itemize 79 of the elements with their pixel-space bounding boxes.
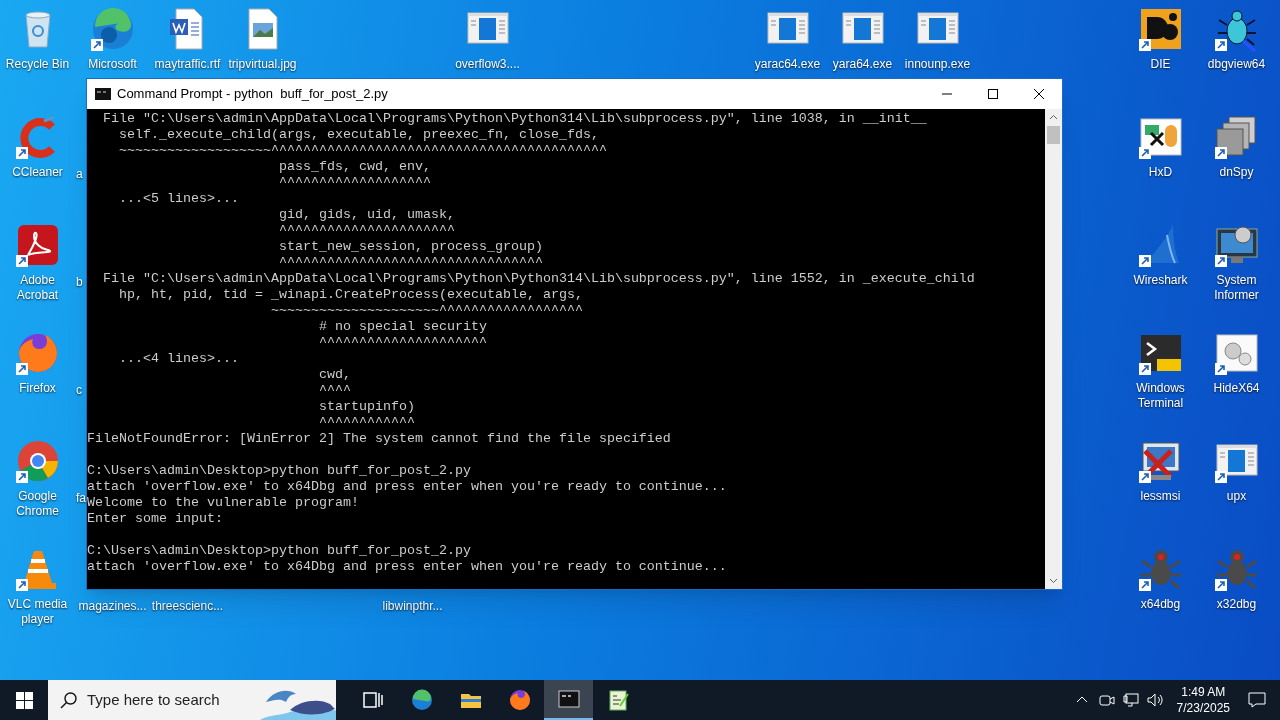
icon-label: yarac64.exe (754, 57, 821, 72)
console-line: File "C:\Users\admin\AppData\Local\Programs\Python\Python314\Lib\subprocess.py", line 1038, in __init__ (102, 111, 928, 127)
console-line: C:\Users\admin\Desktop>python buff_for_post_2.py (87, 463, 472, 479)
console-line: ~~~~~~~~~~~~~~~~~~~~~^^^^^^^^^^^^^^^^^^ (269, 303, 584, 319)
console-line: attach 'overflow.exe' to x64Dbg and press enter when you're ready to continue... (87, 559, 728, 575)
icon-label: DIE (1150, 57, 1171, 72)
scrollbar[interactable] (1045, 109, 1062, 589)
icon-label: x64dbg (1140, 597, 1181, 612)
fox-globe-icon (507, 688, 532, 712)
icon-label: innounp.exe (904, 57, 971, 72)
icon-label: Adobe Acrobat (15, 273, 60, 303)
console-line: ^^^^^^^^^^^^^^^^^^^^^^ (277, 223, 456, 239)
icon-label: upx (1226, 489, 1247, 504)
scroll-thumb[interactable] (1047, 126, 1060, 144)
close-icon (1034, 89, 1044, 99)
console-line: ^^^^ (317, 383, 352, 399)
icon-label: Microsoft (88, 57, 137, 72)
icon-label: Recycle Bin (5, 57, 70, 72)
icon-label: yara64.exe (832, 57, 893, 72)
notification-icon[interactable] (1248, 692, 1266, 708)
icon-label: magazines... (78, 599, 147, 614)
icon-label: b (76, 275, 83, 290)
console-line: Welcome to the vulnerable program! (87, 495, 360, 511)
console-line: hp, ht, pid, tid = _winapi.CreateProcess(executable, args, (118, 287, 584, 303)
search-input[interactable]: Type here to search (87, 688, 247, 712)
icon-label: tripvirtual.jpg (228, 57, 297, 72)
console-line: self._execute_child(args, executable, preexec_fn, close_fds, (118, 127, 600, 143)
console-line: startupinfo) (317, 399, 416, 415)
console-line: Enter some input: (87, 511, 224, 527)
console-line: # no special security (317, 319, 488, 335)
icon-label: libwinpthr... (382, 599, 443, 614)
console-line: cwd, (317, 367, 352, 383)
swirl-globe-icon (409, 688, 434, 712)
icon-label: overflow3.... (455, 57, 520, 72)
icon-label: Windows Terminal (1135, 381, 1186, 411)
console-line: pass_fds, cwd, env, (277, 159, 432, 175)
windows-logo-icon (15, 691, 33, 709)
icon-label: c (76, 383, 82, 398)
icon-label: dbgview64 (1207, 57, 1266, 72)
search-field[interactable]: Type here to search (48, 680, 336, 720)
console-line: ...<4 lines>... (118, 351, 240, 367)
icon-label: threescienc... (151, 599, 224, 614)
network-icon[interactable] (1122, 692, 1139, 708)
icon-label: VLC media player (6, 597, 69, 627)
icon-label: x32dbg (1216, 597, 1257, 612)
icon-label: HideX64 (1213, 381, 1260, 396)
console-icon (556, 687, 581, 711)
icon-label: fa (76, 491, 86, 506)
icon-label: Wireshark (1133, 273, 1188, 288)
camera-icon[interactable] (1098, 692, 1115, 708)
search-icon (60, 691, 78, 709)
console-line: gid, gids, uid, umask, (277, 207, 456, 223)
console-line: C:\Users\admin\Desktop>python buff_for_post_2.py (87, 543, 472, 559)
volume-icon[interactable] (1146, 692, 1165, 708)
console-line: start_new_session, process_group) (277, 239, 544, 255)
console-line: ~~~~~~~~~~~~~~~~~~~^^^^^^^^^^^^^^^^^^^^^^^^^^^^^^^^^^^^^^^^^^ (118, 143, 608, 159)
icon-label: maytraffic.rtf (154, 57, 221, 72)
icon-label: HxD (1148, 165, 1173, 180)
icon-label: Google Chrome (15, 489, 60, 519)
console-icon (95, 88, 111, 100)
icon-label: System Informer (1213, 273, 1260, 303)
icon-label: a (76, 167, 83, 182)
icon-label: Firefox (19, 381, 56, 396)
icon-label: lessmsi (1140, 489, 1181, 504)
console-line: attach 'overflow.exe' to x64Dbg and press enter when you're ready to continue... (87, 479, 728, 495)
taskbar-button[interactable] (544, 680, 593, 720)
clock-time[interactable]: 1:49 AM (1181, 684, 1226, 700)
maximize-icon (988, 89, 998, 99)
icon-label: CCleaner (12, 165, 63, 180)
console-line: FileNotFoundError: [WinError 2] The system cannot find the file specified (87, 431, 672, 447)
console-line: ^^^^^^^^^^^^^^^^^^^^^^^^^^^^^^^^^ (277, 255, 544, 271)
console-line: ...<5 lines>... (118, 191, 240, 207)
console-line: ^^^^^^^^^^^^^^^^^^^ (277, 175, 432, 191)
console-line: File "C:\Users\admin\AppData\Local\Programs\Python\Python314\Lib\subprocess.py", line 1552, in _execute_child (102, 271, 976, 287)
clock-date[interactable]: 7/23/2025 (1176, 700, 1230, 716)
console-line: ^^^^^^^^^^^^^^^^^^^^^ (317, 335, 488, 351)
window-title: Command Prompt - python buff_for_post_2.py (117, 85, 388, 104)
console-line: ^^^^^^^^^^^^ (317, 415, 416, 431)
icon-label: dnSpy (1219, 165, 1254, 180)
